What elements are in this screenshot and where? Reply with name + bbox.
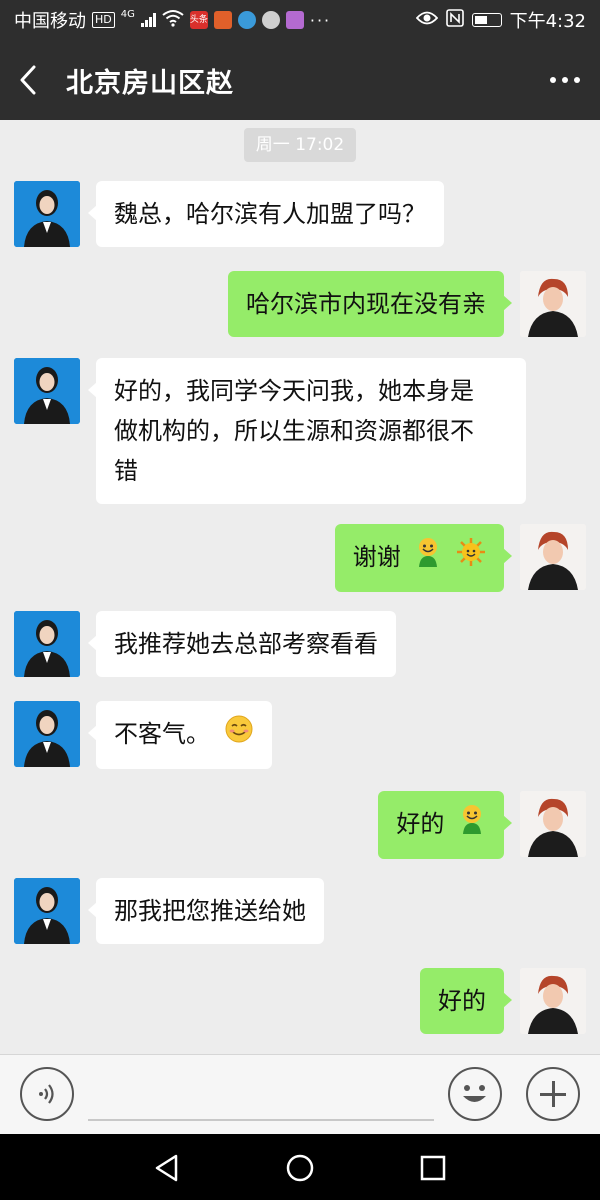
message-text: 好的: [438, 987, 486, 1015]
outgoing-message-bubble[interactable]: 好的: [420, 968, 512, 1034]
more-dots-icon: [550, 77, 556, 83]
clock-label: 下午4:32: [509, 11, 586, 32]
timestamp-badge: 周一 17:02: [244, 128, 356, 162]
more-options-button[interactable]: [530, 40, 600, 120]
message-text: 好的: [396, 810, 445, 838]
signal-icon: [140, 13, 156, 27]
outgoing-message-bubble[interactable]: 好的: [378, 791, 512, 859]
status-bar: 中国移动 HD 4G 头条 ··· 下午4:32: [0, 0, 600, 40]
grin-emoji-icon: [414, 537, 442, 579]
toutiao-app-icon: 头条: [189, 11, 208, 29]
self-avatar[interactable]: [520, 271, 586, 337]
incoming-message-bubble[interactable]: 好的，我同学今天问我，她本身是 做机构的，所以生源和资源都很不 错: [88, 358, 526, 504]
message-text: 那我把您推送给她: [114, 897, 306, 925]
system-nav-bar: [0, 1134, 600, 1200]
battery-icon: [471, 13, 502, 27]
network-label: 4G: [120, 8, 135, 20]
incoming-message-bubble[interactable]: 我推荐她去总部考察看看: [88, 611, 396, 677]
message-text-line: 好的，我同学今天问我，她本身是: [114, 377, 474, 405]
sun-emoji-icon: [456, 537, 486, 579]
outgoing-message-bubble[interactable]: 哈尔滨市内现在没有亲: [228, 271, 512, 337]
smile-emoji-icon: [224, 714, 254, 756]
self-avatar[interactable]: [520, 524, 586, 590]
message-text: 我推荐她去总部考察看看: [114, 630, 378, 658]
message-app-icon: [261, 11, 280, 29]
contact-avatar[interactable]: [14, 358, 80, 424]
self-avatar[interactable]: [520, 968, 586, 1034]
incoming-message-bubble[interactable]: 魏总，哈尔滨有人加盟了吗？: [88, 181, 444, 247]
nav-recents-button[interactable]: [411, 1146, 455, 1190]
back-arrow-icon: [20, 65, 36, 95]
nav-back-button[interactable]: [145, 1146, 189, 1190]
contact-avatar[interactable]: [14, 181, 80, 247]
contact-avatar[interactable]: [14, 701, 80, 767]
message-text-line: 错: [114, 457, 138, 485]
overflow-dots-icon: ···: [309, 10, 332, 30]
chat-area[interactable]: 周一 17:02 魏总，哈尔滨有人加盟了吗？ 哈尔滨市内现在没有亲 好的，我同学…: [0, 120, 600, 1054]
emoji-icon: [463, 1085, 486, 1102]
back-button[interactable]: [0, 40, 56, 120]
message-text: 哈尔滨市内现在没有亲: [246, 290, 486, 318]
browser-app-icon: [237, 11, 256, 29]
voice-icon: [39, 1084, 54, 1104]
nav-recents-icon: [420, 1155, 446, 1181]
nfc-icon: [445, 8, 464, 32]
wifi-icon: [162, 9, 184, 32]
hd-badge: HD: [92, 12, 115, 28]
contact-avatar[interactable]: [14, 611, 80, 677]
grin-emoji-icon: [458, 804, 486, 846]
contact-avatar[interactable]: [14, 878, 80, 944]
eye-icon: [415, 10, 438, 31]
carrier-label: 中国移动: [14, 11, 86, 32]
message-text: 谢谢: [352, 543, 401, 571]
nav-home-button[interactable]: [278, 1146, 322, 1190]
nav-home-icon: [286, 1154, 314, 1182]
message-text: 魏总，哈尔滨有人加盟了吗？: [114, 200, 426, 228]
voice-button[interactable]: [20, 1067, 74, 1121]
incoming-message-bubble[interactable]: 不客气。: [88, 701, 272, 769]
message-input[interactable]: [88, 1069, 434, 1121]
chat-header: 北京房山区赵: [0, 40, 600, 120]
outgoing-message-bubble[interactable]: 谢谢: [334, 524, 513, 592]
nav-back-icon: [155, 1154, 178, 1182]
video-app-icon: [213, 11, 232, 29]
incoming-message-bubble[interactable]: 那我把您推送给她: [88, 878, 324, 944]
message-text-line: 做机构的，所以生源和资源都很不: [114, 417, 474, 445]
message-text: 不客气。: [114, 720, 210, 748]
gallery-app-icon: [285, 11, 304, 29]
input-bar: [0, 1054, 600, 1134]
emoji-button[interactable]: [448, 1067, 502, 1121]
chat-title: 北京房山区赵: [66, 67, 234, 99]
self-avatar[interactable]: [520, 791, 586, 857]
plus-button[interactable]: [526, 1067, 580, 1121]
